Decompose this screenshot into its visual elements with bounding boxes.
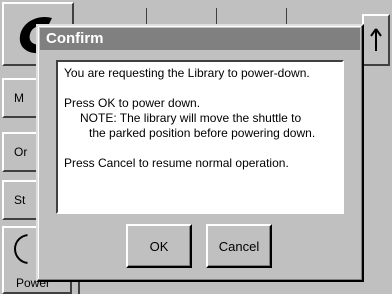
confirm-dialog: Confirm You are requesting the Library t… <box>36 24 364 282</box>
ok-button[interactable]: OK <box>126 224 192 268</box>
note-line: the parked position before powering down… <box>89 126 316 140</box>
dialog-message: You are requesting the Library to power-… <box>56 60 344 214</box>
cancel-button[interactable]: Cancel <box>206 224 272 268</box>
side-button-label: M <box>14 91 24 105</box>
side-button-label: St <box>14 193 26 207</box>
message-line: Press Cancel to resume normal operation. <box>64 156 289 170</box>
message-line: You are requesting the Library to power-… <box>64 66 310 80</box>
ok-button-label: OK <box>149 238 169 254</box>
dialog-titlebar[interactable]: Confirm <box>40 28 360 50</box>
arrow-up-icon <box>370 28 382 51</box>
message-line: Press OK to power down. <box>64 96 201 110</box>
scroll-up-button[interactable] <box>362 14 390 66</box>
note-line: NOTE: The library will move the shuttle … <box>80 111 302 125</box>
side-button-label: Or <box>14 145 28 159</box>
dialog-title: Confirm <box>46 30 104 47</box>
cancel-button-label: Cancel <box>218 238 260 254</box>
